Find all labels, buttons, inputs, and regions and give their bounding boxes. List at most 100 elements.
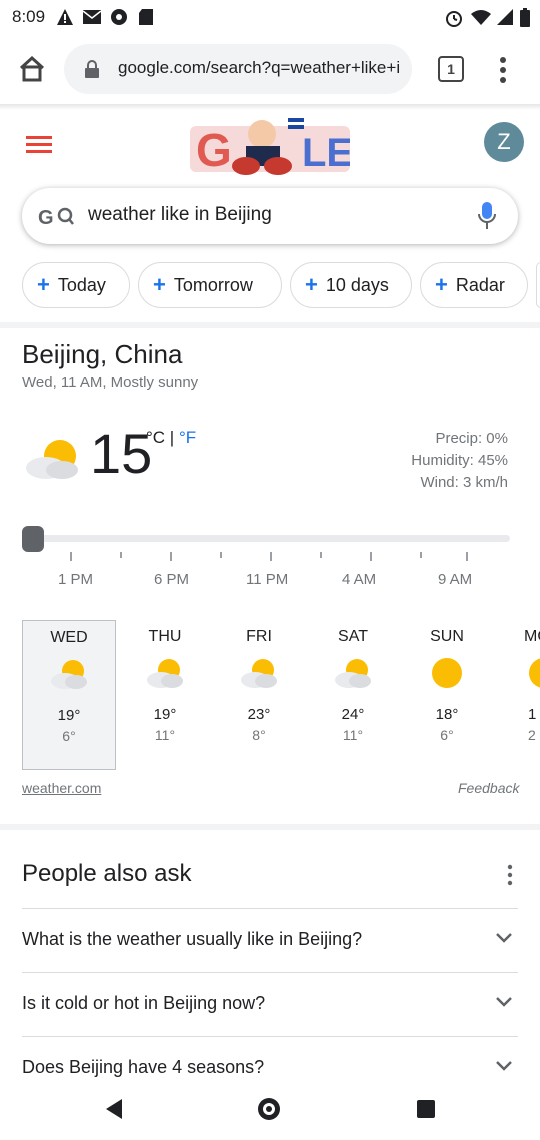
- hour-label: 9 AM: [438, 571, 473, 588]
- day-name: THU: [148, 628, 182, 645]
- chip-today[interactable]: + Today: [22, 262, 130, 308]
- chip-label: Radar: [455, 274, 505, 295]
- home-nav-icon[interactable]: [256, 1096, 282, 1122]
- partly-sunny-icon: [26, 440, 78, 479]
- day-high: 23°: [247, 706, 271, 723]
- chip-label: Tomorrow: [173, 274, 253, 295]
- google-doodle-logo[interactable]: G LE: [190, 108, 350, 184]
- day-low: 8°: [252, 727, 266, 743]
- day-low: 11°: [154, 727, 176, 743]
- weather-location: Beijing, China: [22, 339, 183, 369]
- tab-switcher-button[interactable]: 1: [438, 56, 464, 82]
- slider-tick: [170, 552, 172, 561]
- hour-label: 1 PM: [58, 571, 94, 588]
- lock-icon: [85, 60, 99, 78]
- plus-icon: +: [305, 272, 318, 297]
- chevron-down-icon: [496, 933, 512, 943]
- hour-label: 4 AM: [342, 571, 377, 588]
- browser-toolbar: google.com/search?q=weather+like+i 1: [0, 34, 540, 104]
- mail-icon: [82, 10, 102, 24]
- svg-text:G: G: [38, 207, 54, 228]
- microphone-icon[interactable]: [478, 202, 496, 230]
- chip-overflow[interactable]: [536, 262, 540, 308]
- more-menu-icon[interactable]: [496, 56, 510, 84]
- address-bar[interactable]: google.com/search?q=weather+like+i: [64, 44, 412, 94]
- day-name: MO: [524, 628, 540, 645]
- status-bar: 8:09: [0, 0, 540, 34]
- system-nav-bar: [0, 1078, 540, 1140]
- feedback-link[interactable]: Feedback: [458, 780, 519, 796]
- current-temperature: 15: [90, 422, 153, 485]
- day-forecast-sat[interactable]: SAT 24° 11°: [306, 620, 400, 770]
- slider-tick: [120, 552, 122, 558]
- precip: Precip: 0%: [435, 430, 508, 447]
- hour-slider-thumb[interactable]: [22, 526, 44, 552]
- location-icon: [111, 9, 127, 25]
- partly-sunny-icon: [241, 659, 277, 688]
- signal-icon: [497, 9, 513, 25]
- chip-label: 10 days: [325, 274, 389, 295]
- slider-tick: [466, 552, 468, 561]
- day-high: 19°: [57, 707, 81, 724]
- hour-slider-track[interactable]: [30, 535, 510, 542]
- slider-tick: [420, 552, 422, 558]
- back-icon[interactable]: [104, 1098, 124, 1120]
- day-name: SAT: [338, 628, 368, 645]
- slider-tick: [70, 552, 72, 561]
- account-avatar[interactable]: Z: [484, 122, 524, 162]
- hamburger-menu-icon[interactable]: [26, 134, 52, 154]
- day-high: 19°: [153, 706, 177, 723]
- day-forecast-wed[interactable]: WED 19° 6°: [22, 620, 116, 770]
- recents-icon[interactable]: [416, 1099, 436, 1119]
- day-high: 1: [528, 706, 537, 723]
- humidity: Humidity: 45%: [411, 452, 508, 469]
- day-low: 6°: [440, 727, 454, 743]
- partly-sunny-icon: [147, 659, 183, 688]
- question-text: Is it cold or hot in Beijing now?: [22, 993, 266, 1013]
- slider-tick: [370, 552, 372, 561]
- home-icon[interactable]: [18, 56, 46, 82]
- day-name: WED: [50, 629, 88, 646]
- plus-icon: +: [153, 272, 166, 297]
- weather-source-link[interactable]: weather.com: [22, 780, 101, 796]
- status-time: 8:09: [12, 7, 46, 26]
- related-question[interactable]: Does Beijing have 4 seasons?: [22, 1036, 518, 1079]
- slider-tick: [220, 552, 222, 558]
- battery-icon: [520, 8, 530, 27]
- alert-icon: [57, 9, 73, 25]
- day-forecast-thu[interactable]: THU 19° 11°: [118, 620, 212, 770]
- slider-tick: [320, 552, 322, 558]
- url-text: google.com/search?q=weather+like+i: [118, 58, 401, 77]
- chip-10-days[interactable]: +10 days: [290, 262, 412, 308]
- svg-text:LE: LE: [302, 131, 350, 175]
- chevron-down-icon: [496, 997, 512, 1007]
- partly-sunny-icon: [335, 659, 371, 688]
- related-question[interactable]: What is the weather usually like in Beij…: [22, 908, 518, 973]
- day-forecast-mon[interactable]: MO 1 2: [494, 620, 540, 770]
- more-options-icon[interactable]: [506, 864, 514, 886]
- day-low: 2: [528, 727, 536, 743]
- day-forecast-fri[interactable]: FRI 23° 8°: [212, 620, 306, 770]
- day-high: 24°: [341, 706, 365, 723]
- svg-text:G: G: [196, 124, 232, 176]
- question-text: What is the weather usually like in Beij…: [22, 929, 363, 949]
- sd-card-icon: [139, 9, 153, 25]
- day-name: SUN: [430, 628, 464, 645]
- related-question[interactable]: Is it cold or hot in Beijing now?: [22, 972, 518, 1037]
- search-query[interactable]: weather like in Beijing: [88, 204, 272, 226]
- wifi-icon: [471, 10, 491, 25]
- unit-fahrenheit[interactable]: °F: [179, 428, 196, 447]
- chip-radar[interactable]: + Radar: [420, 262, 528, 308]
- day-forecast-sun[interactable]: SUN 18° 6°: [400, 620, 494, 770]
- weather-subtitle: Wed, 11 AM, Mostly sunny: [22, 374, 199, 391]
- day-low: 6°: [62, 728, 76, 744]
- sunny-icon: [432, 658, 462, 688]
- unit-celsius[interactable]: °C: [146, 428, 165, 447]
- search-box[interactable]: G weather like in Beijing: [22, 188, 518, 244]
- unit-separator: |: [165, 428, 179, 447]
- chip-tomorrow[interactable]: + Tomorrow: [138, 262, 282, 308]
- question-text: Does Beijing have 4 seasons?: [22, 1057, 265, 1077]
- unit-toggle: °C | °F: [146, 428, 196, 448]
- day-low: 11°: [342, 727, 364, 743]
- day-high: 18°: [435, 706, 459, 723]
